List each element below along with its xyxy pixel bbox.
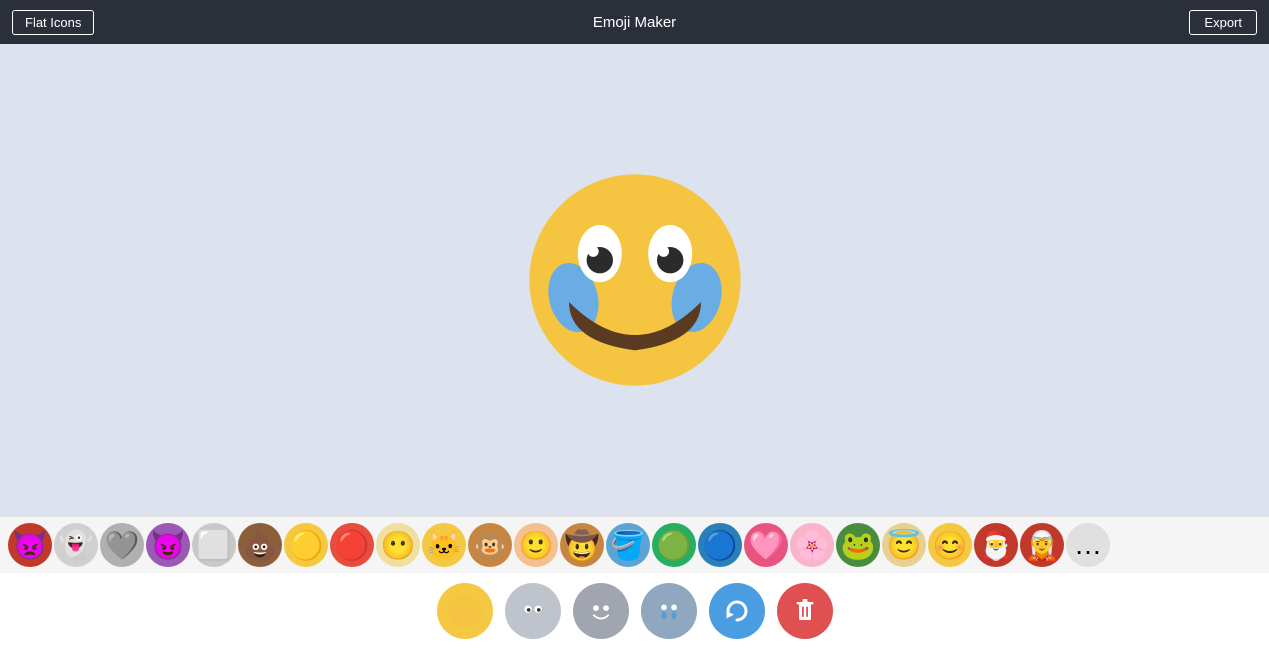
face-yellow-button[interactable] — [437, 583, 493, 639]
action-buttons-strip — [0, 573, 1269, 649]
emoji-strip-item-santa[interactable]: 🎅 — [974, 523, 1018, 567]
emoji-strip-item-angel[interactable]: 😇 — [882, 523, 926, 567]
flat-icons-button[interactable]: Flat Icons — [12, 10, 94, 35]
emoji-strip-item-bucket[interactable]: 🪣 — [606, 523, 650, 567]
face-eyes-button[interactable] — [505, 583, 561, 639]
emoji-strip-item-cat[interactable]: 🐱 — [422, 523, 466, 567]
emoji-strip-item-elf[interactable]: 🧝 — [1020, 523, 1064, 567]
emoji-strip-item-frog[interactable]: 🐸 — [836, 523, 880, 567]
export-button[interactable]: Export — [1189, 10, 1257, 35]
emoji-strip-item-flower[interactable]: 🌸 — [790, 523, 834, 567]
delete-button[interactable] — [777, 583, 833, 639]
reset-button[interactable] — [709, 583, 765, 639]
emoji-strip-item-red-circle[interactable]: 🔴 — [330, 523, 374, 567]
bottom-panel: 👿👻🩶😈⬜💩🟡🔴😶🐱🐵🙂🤠🪣🟢🔵🩷🌸🐸😇😊🎅🧝… — [0, 516, 1269, 649]
emoji-strip-item-yellow2[interactable]: 😊 — [928, 523, 972, 567]
emoji-strip-item-peach[interactable]: 🙂 — [514, 523, 558, 567]
emoji-strip-item-devil[interactable]: 👿 — [8, 523, 52, 567]
emoji-strip-item-gray2[interactable]: ⬜ — [192, 523, 236, 567]
emoji-strip-item-poop[interactable]: 💩 — [238, 523, 282, 567]
emoji-strip-item-pink-circle[interactable]: 🩷 — [744, 523, 788, 567]
emoji-strip-item-green-circle[interactable]: 🟢 — [652, 523, 696, 567]
emoji-strip-item-more[interactable]: … — [1066, 523, 1110, 567]
emoji-svg — [525, 170, 745, 390]
face-smile-button[interactable] — [573, 583, 629, 639]
emoji-strip-item-ghost[interactable]: 👻 — [54, 523, 98, 567]
emoji-strip-item-gray-circle[interactable]: 🩶 — [100, 523, 144, 567]
emoji-strip-item-cowboy[interactable]: 🤠 — [560, 523, 604, 567]
emoji-preview — [525, 170, 745, 390]
emoji-strip-item-pale-face[interactable]: 😶 — [376, 523, 420, 567]
emoji-strip-item-yellow-circle[interactable]: 🟡 — [284, 523, 328, 567]
emoji-strip-item-monkey[interactable]: 🐵 — [468, 523, 512, 567]
face-cry-button[interactable] — [641, 583, 697, 639]
app-title: Emoji Maker — [593, 14, 676, 31]
emoji-strip-item-blue-circle[interactable]: 🔵 — [698, 523, 742, 567]
canvas-area — [0, 44, 1269, 516]
emoji-selector-strip: 👿👻🩶😈⬜💩🟡🔴😶🐱🐵🙂🤠🪣🟢🔵🩷🌸🐸😇😊🎅🧝… — [0, 516, 1269, 573]
emoji-strip-item-devil-purple[interactable]: 😈 — [146, 523, 190, 567]
app-header: Flat Icons Emoji Maker Export — [0, 0, 1269, 44]
